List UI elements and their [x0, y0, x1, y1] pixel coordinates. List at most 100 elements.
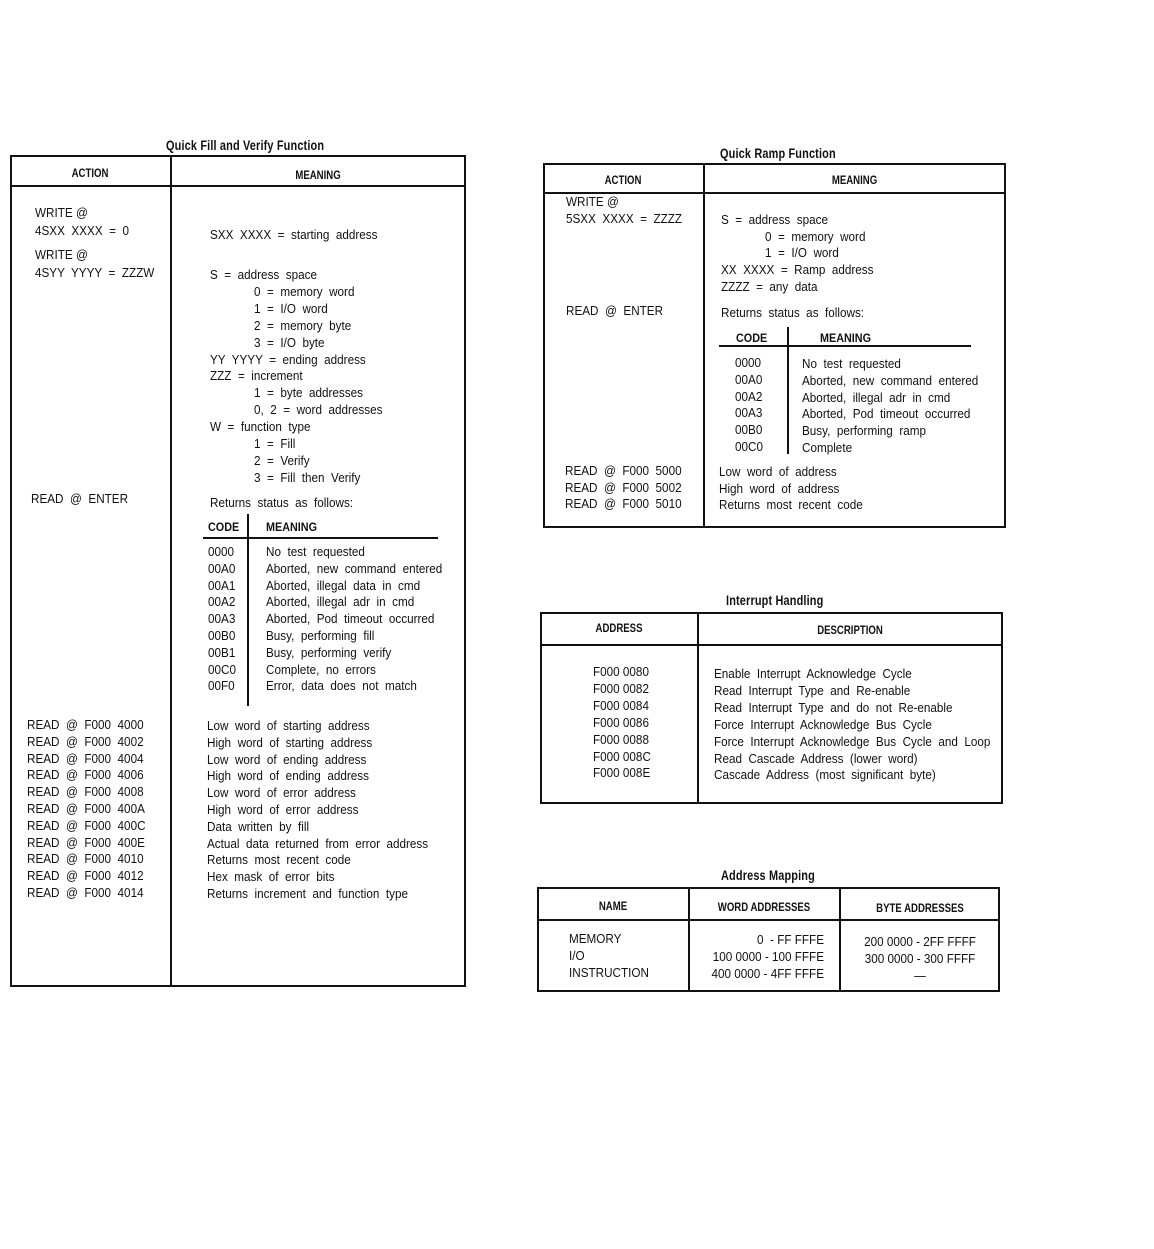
read-meaning: Returns most recent code: [719, 497, 863, 512]
status-code: 00A2: [735, 388, 763, 404]
interrupt-address: F000 0084: [593, 697, 649, 713]
status-code: 00B0: [208, 628, 236, 643]
status-code: 00A0: [735, 371, 763, 387]
mapping-name: INSTRUCTION: [569, 965, 649, 980]
definition-term: YY YYYY = ending address: [210, 351, 366, 367]
quick-fill-title: Quick Fill and Verify Function: [166, 137, 325, 153]
definition-term: XX XXXX = Ramp address: [721, 262, 874, 278]
status-meaning: Busy, performing ramp: [802, 423, 926, 439]
read-meaning: Low word of ending address: [207, 751, 367, 767]
status-meaning: Aborted, new command entered: [266, 560, 443, 576]
mapping-byte-addresses: —: [914, 968, 926, 983]
divider: [537, 919, 1000, 921]
read-meaning: High word of address: [719, 480, 840, 496]
interrupt-address: F000 0080: [593, 664, 649, 679]
status-meaning: No test requested: [802, 356, 901, 371]
interrupt-description: Enable Interrupt Acknowledge Cycle: [714, 666, 912, 681]
definition-option: 3 = I/O byte: [254, 334, 325, 350]
status-header-meaning: MEANING: [266, 520, 318, 534]
status-divider: [247, 514, 249, 706]
read-enter-action: READ @ ENTER: [566, 303, 664, 318]
status-code: 00A3: [735, 405, 763, 421]
read-action: READ @ F000 4002: [27, 733, 144, 749]
status-rule: [719, 345, 971, 347]
status-meaning: Aborted, illegal data in cmd: [266, 577, 421, 593]
status-code: 00F0: [208, 678, 235, 694]
status-meaning: Busy, performing verify: [266, 644, 392, 660]
definition-option: 2 = Verify: [254, 452, 310, 468]
divider: [697, 612, 699, 804]
read-meaning: Low word of error address: [207, 785, 356, 801]
read-meaning: Low word of starting address: [207, 718, 370, 733]
status-code: 00B0: [735, 422, 763, 438]
status-code: 00C0: [208, 661, 236, 677]
divider: [170, 155, 172, 987]
definition-option: 3 = Fill then Verify: [254, 469, 361, 485]
status-code: 0000: [208, 544, 235, 559]
interrupt-description: Read Interrupt Type and Re-enable: [714, 682, 911, 698]
read-action: READ @ F000 4000: [27, 717, 144, 732]
status-code: 00A2: [208, 594, 236, 610]
header-word-addresses: WORD ADDRESSES: [717, 900, 811, 914]
status-meaning: Error, data does not match: [266, 678, 417, 694]
read-meaning: Returns increment and function type: [207, 886, 408, 901]
read-action: READ @ F000 4004: [27, 750, 144, 766]
write-action: 4SYY YYYY = ZZZW: [35, 265, 155, 280]
divider: [10, 185, 466, 187]
definition-option: 0, 2 = word addresses: [254, 402, 383, 418]
status-divider: [787, 327, 789, 454]
interrupt-address: F000 0088: [593, 731, 649, 747]
status-meaning: Busy, performing fill: [266, 628, 375, 643]
status-meaning: Aborted, illegal adr in cmd: [802, 389, 951, 405]
definition-option: 1 = I/O word: [765, 245, 839, 261]
quick-ramp-title: Quick Ramp Function: [720, 145, 836, 161]
divider: [839, 887, 841, 992]
definition-option: 1 = Fill: [254, 436, 296, 451]
read-meaning: Data written by fill: [207, 818, 310, 834]
read-action: READ @ F000 4014: [27, 885, 144, 900]
interrupt-description: Force Interrupt Acknowledge Bus Cycle an…: [714, 733, 991, 749]
definition-option: 0 = memory word: [765, 228, 866, 244]
status-meaning: Aborted, Pod timeout occurred: [266, 611, 435, 627]
definition-term: W = function type: [210, 419, 311, 435]
definition-term: S = address space: [721, 212, 828, 227]
header-action: ACTION: [604, 173, 642, 187]
read-meaning: Returns most recent code: [207, 852, 351, 868]
write-action: WRITE @: [566, 194, 619, 209]
read-action: READ @ F000 4008: [27, 784, 144, 800]
write-action: WRITE @: [35, 247, 88, 262]
write-action: 4SXX XXXX = 0: [35, 223, 129, 238]
divider: [540, 644, 1003, 646]
read-action: READ @ F000 400E: [27, 834, 145, 850]
definition-line: SXX XXXX = starting address: [210, 227, 378, 242]
interrupt-title: Interrupt Handling: [726, 592, 824, 608]
definition-term: S = address space: [210, 267, 317, 282]
definition-option: 0 = memory word: [254, 283, 355, 299]
status-code: 00A0: [208, 560, 236, 576]
header-address: ADDRESS: [595, 621, 643, 635]
status-header-meaning: MEANING: [820, 331, 872, 345]
interrupt-address: F000 0086: [593, 714, 649, 730]
definition-option: 1 = I/O word: [254, 300, 328, 316]
read-action: READ @ F000 4012: [27, 868, 144, 884]
mapping-word-addresses: 100 0000 - 100 FFFE: [712, 949, 824, 964]
returns-text: Returns status as follows:: [210, 495, 354, 510]
read-meaning: Low word of address: [719, 464, 837, 479]
status-meaning: Aborted, Pod timeout occurred: [802, 406, 971, 422]
read-action: READ @ F000 5002: [565, 479, 682, 495]
interrupt-address: F000 008C: [593, 748, 651, 764]
write-action: 5SXX XXXX = ZZZZ: [566, 211, 683, 226]
status-header-code: CODE: [736, 331, 768, 345]
mapping-name: MEMORY: [569, 931, 622, 946]
status-rule: [203, 537, 438, 539]
definition-term: ZZZ = increment: [210, 368, 303, 384]
read-meaning: Actual data returned from error address: [207, 835, 429, 851]
header-name: NAME: [598, 899, 628, 913]
read-enter-action: READ @ ENTER: [31, 491, 129, 506]
status-meaning: Aborted, illegal adr in cmd: [266, 594, 415, 610]
mapping-word-addresses: 400 0000 - 4FF FFFE: [711, 966, 825, 981]
status-header-code: CODE: [208, 520, 240, 534]
header-meaning: MEANING: [831, 173, 878, 187]
interrupt-address: F000 0082: [593, 680, 649, 696]
read-action: READ @ F000 400A: [27, 801, 145, 816]
